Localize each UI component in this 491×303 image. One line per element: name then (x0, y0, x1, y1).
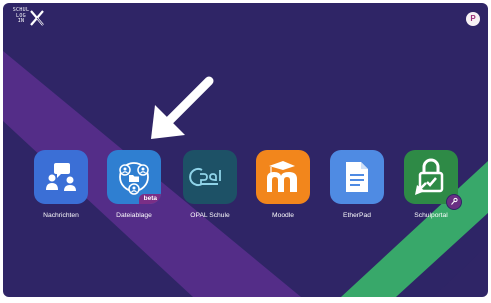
chat-people-icon (34, 150, 88, 204)
logo-text: SCHUL LOG IN (12, 7, 30, 24)
app-label: Schulportal (414, 212, 448, 219)
moodle-logo-icon (256, 150, 310, 204)
app-tile-nachrichten[interactable]: Nachrichten (31, 150, 91, 219)
app-label: OPAL Schule (190, 212, 230, 219)
app-tile-dateiablage[interactable]: beta Dateiablage (104, 150, 164, 219)
opal-logo-icon (183, 150, 237, 204)
document-icon (330, 150, 384, 204)
app-label: EtherPad (343, 212, 371, 219)
logo-x-icon (30, 10, 44, 26)
app-label: Dateiablage (116, 212, 152, 219)
app-label: Nachrichten (43, 212, 79, 219)
launcher-screen: SCHUL LOG IN P Nachrichten beta Dateiabl… (3, 3, 488, 297)
beta-badge: beta (138, 194, 161, 204)
key-badge (446, 194, 462, 210)
key-icon (451, 197, 458, 205)
app-label: Moodle (272, 212, 294, 219)
app-tile-opal-schule[interactable]: OPAL Schule (180, 150, 240, 219)
user-avatar[interactable]: P (466, 12, 480, 26)
schullogin-logo[interactable]: SCHUL LOG IN (11, 7, 51, 32)
app-tile-etherpad[interactable]: EtherPad (327, 150, 387, 219)
network-folder-icon: beta (107, 150, 161, 204)
pointer-arrow-icon (151, 76, 214, 139)
app-tile-moodle[interactable]: Moodle (253, 150, 313, 219)
